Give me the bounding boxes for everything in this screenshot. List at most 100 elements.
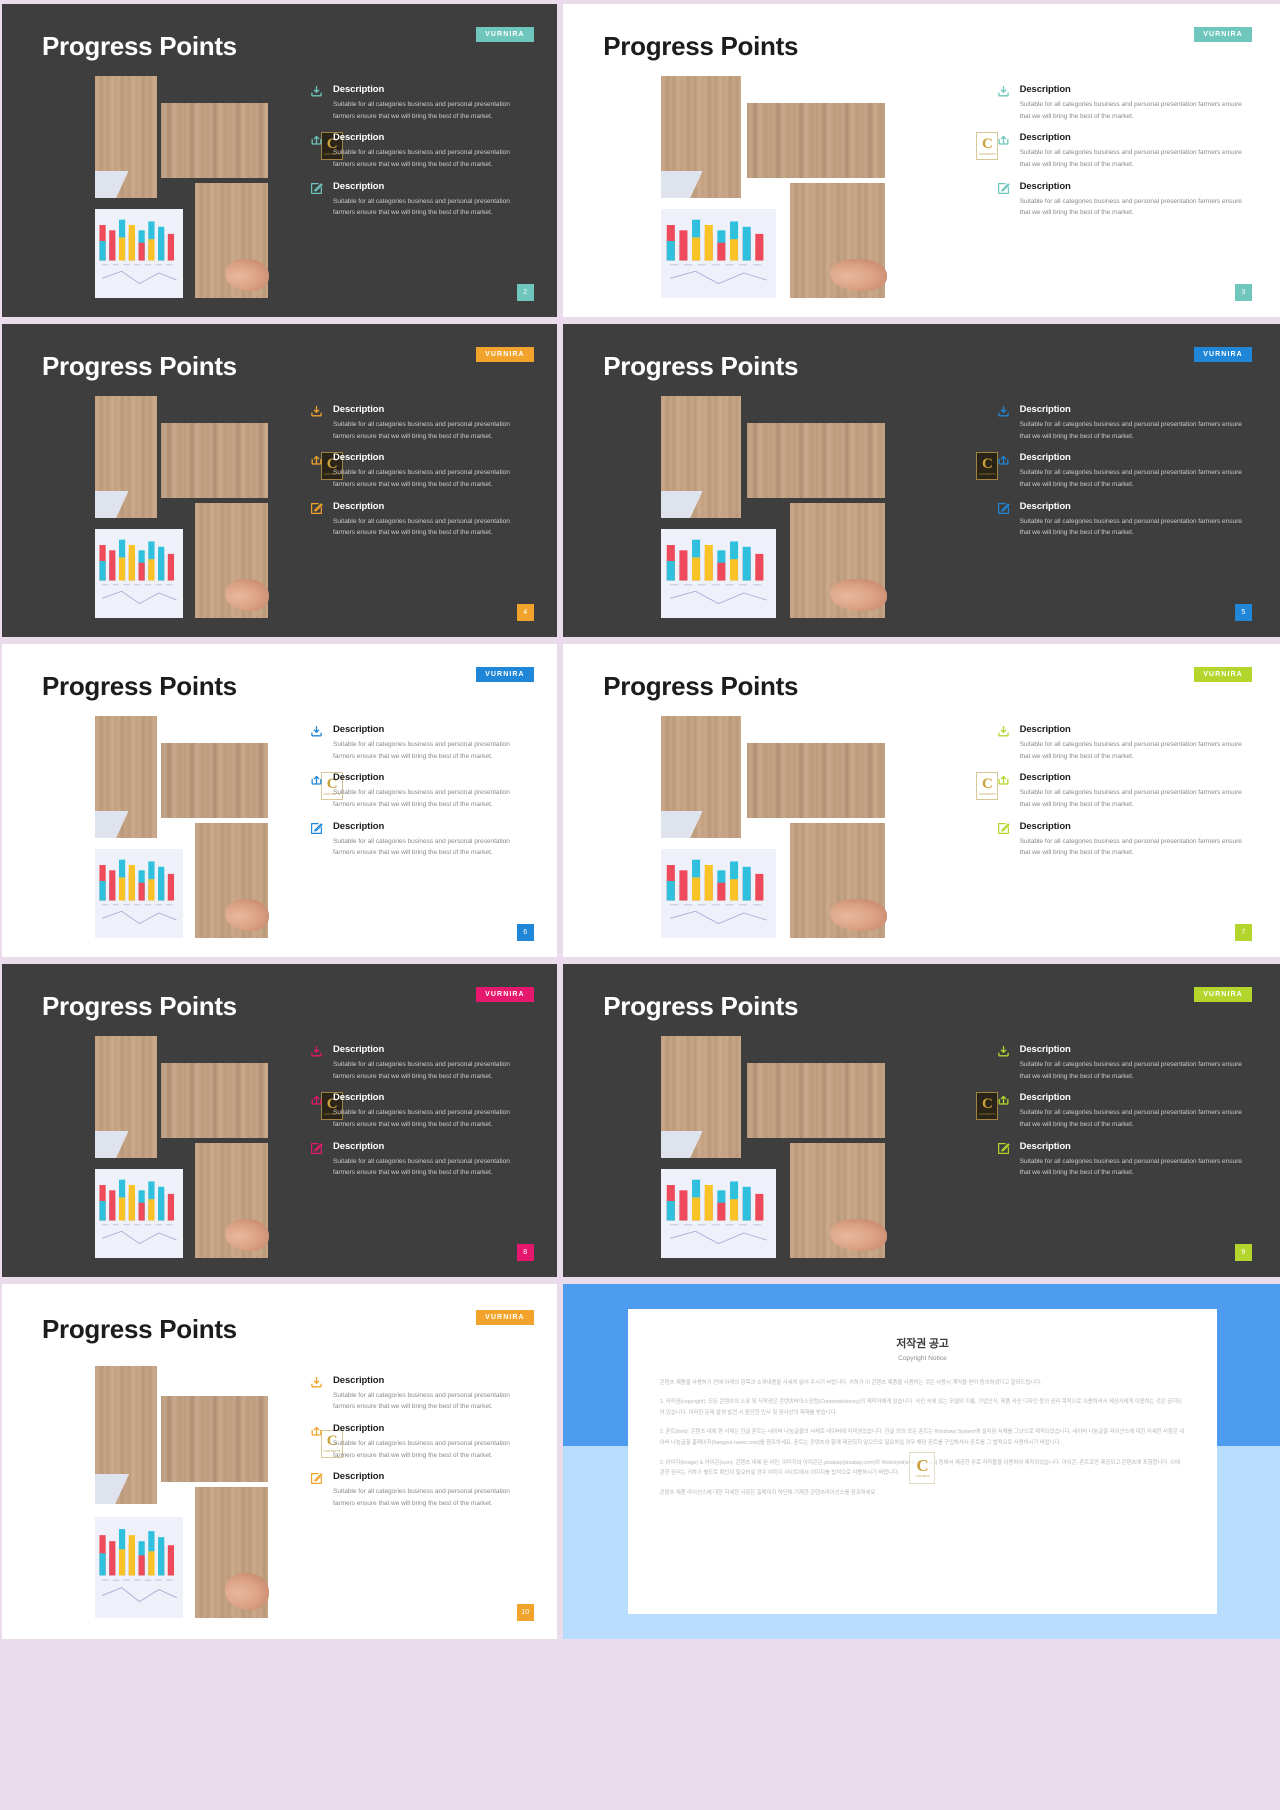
brand-badge[interactable]: VURNIRA [476, 667, 534, 683]
brand-badge[interactable]: VURNIRA [1194, 987, 1252, 1003]
page-number-badge: 9 [1234, 1243, 1252, 1261]
brand-badge[interactable]: VURNIRA [476, 987, 534, 1003]
hand-shape [830, 898, 887, 932]
contents-logo: C CONTENTS [976, 452, 999, 481]
description-body: Description Suitable for all categories b… [333, 724, 532, 762]
description-list: Description Suitable for all categories b… [997, 404, 1245, 539]
photo-wood-wide [747, 102, 886, 179]
slide-5[interactable]: Progress Points VURNIRA C CONTENTS Descripti… [563, 324, 1280, 637]
page-number-badge: 3 [1234, 283, 1252, 301]
contents-logo: C CONTENTS [976, 132, 999, 161]
share-upload-icon [310, 1423, 324, 1461]
page-title: Progress Points [41, 30, 237, 61]
hand-shape [830, 1218, 887, 1252]
description-item: Description Suitable for all categories b… [997, 1044, 1245, 1082]
description-heading: Description [333, 500, 385, 512]
download-icon [997, 1044, 1011, 1082]
description-heading: Description [333, 132, 385, 144]
copyright-card: 저작권 공고 Copyright Notice 콘텐츠 제품을 사용하기 전에 아래… [627, 1308, 1218, 1615]
paper-corner [660, 171, 742, 199]
description-heading: Description [1019, 723, 1071, 735]
photo-wood-hand [194, 182, 270, 299]
photo-wood-tall [94, 1365, 157, 1505]
slide-3[interactable]: Progress Points VURNIRA C CONTENTS Descripti… [563, 4, 1280, 317]
slide-4[interactable]: Progress Points VURNIRA C CONTENTS Descripti… [2, 324, 557, 637]
description-body: Description Suitable for all categories b… [1020, 181, 1245, 219]
description-heading: Description [333, 1374, 385, 1386]
download-icon [310, 404, 324, 442]
copyright-subtitle: Copyright Notice [898, 1354, 947, 1362]
photo-wood-wide [161, 1395, 268, 1482]
hand-shape [225, 578, 270, 612]
page-title: Progress Points [41, 1314, 237, 1345]
download-icon [310, 84, 324, 122]
description-body: Description Suitable for all categories b… [1020, 452, 1245, 490]
edit-pencil-icon [310, 1471, 324, 1509]
description-body: Description Suitable for all categories b… [333, 84, 532, 122]
description-text: Suitable for all categories business and… [1019, 1060, 1242, 1080]
photo-wood-tall [94, 395, 157, 519]
description-text: Suitable for all categories business and… [333, 1109, 510, 1129]
description-item: Description Suitable for all categories b… [310, 1044, 532, 1082]
share-upload-icon [997, 452, 1011, 490]
slide-7[interactable]: Progress Points VURNIRA C CONTENTS Descripti… [563, 644, 1280, 957]
description-list: Description Suitable for all categories b… [997, 1044, 1245, 1179]
page-number-badge: 10 [516, 1603, 534, 1621]
brand-badge[interactable]: VURNIRA [1194, 347, 1252, 363]
slide-2[interactable]: Progress Points VURNIRA C CONTENTS Descripti… [2, 4, 557, 317]
copyright-paragraph: 콘텐츠 제품을 사용하기 전에 아래의 항목과 소개내용을 사세히 읽어 주시기… [659, 1379, 1042, 1386]
description-item: Description Suitable for all categories b… [997, 181, 1245, 219]
slide-9[interactable]: Progress Points VURNIRA C CONTENTS Descripti… [563, 964, 1280, 1277]
description-text: Suitable for all categories business and… [333, 420, 510, 440]
description-body: Description Suitable for all categories b… [333, 132, 532, 170]
slide-10[interactable]: Progress Points VURNIRA C CONTENTS Descripti… [2, 1284, 557, 1639]
description-list: Description Suitable for all categories b… [310, 404, 532, 539]
photo-wood-tall [94, 75, 157, 199]
copyright-paragraph: 3. 이미지(image) & 아이콘(icon): 콘텐츠 내에 된 사진, … [659, 1459, 1180, 1477]
download-icon [310, 1044, 324, 1082]
logo-letter: C [982, 455, 993, 472]
description-body: Description Suitable for all categories b… [1020, 1092, 1245, 1130]
description-item: Description Suitable for all categories b… [310, 1423, 532, 1461]
description-body: Description Suitable for all categories b… [1020, 84, 1245, 122]
brand-badge[interactable]: VURNIRA [476, 347, 534, 363]
edit-pencil-icon [997, 181, 1011, 219]
description-body: Description Suitable for all categories b… [1020, 772, 1245, 810]
photo-wood-hand [194, 822, 270, 939]
edit-pencil-icon [997, 501, 1011, 539]
description-item: Description Suitable for all categories b… [997, 821, 1245, 859]
photo-wood-wide [161, 102, 268, 179]
photo-wood-tall [660, 395, 742, 519]
slide-copyright[interactable]: 저작권 공고 Copyright Notice 콘텐츠 제품을 사용하기 전에 아래… [563, 1284, 1280, 1639]
copyright-paragraph: 콘텐츠 제품 라이선스에 대한 자세한 사항은 홈페이지 하단에 기재한 콘텐츠… [659, 1489, 877, 1496]
copyright-body: 콘텐츠 제품을 사용하기 전에 아래의 항목과 소개내용을 사세히 읽어 주시기… [660, 1378, 1186, 1498]
share-upload-icon [310, 452, 324, 490]
page-number-badge: 5 [1234, 603, 1252, 621]
paper-corner [94, 1131, 157, 1159]
brand-badge[interactable]: VURNIRA [476, 1310, 534, 1326]
description-heading: Description [333, 1422, 385, 1434]
brand-badge[interactable]: VURNIRA [1194, 27, 1252, 43]
brand-badge[interactable]: VURNIRA [476, 27, 534, 43]
description-body: Description Suitable for all categories b… [1020, 132, 1245, 170]
slide-thumbnail-grid: Progress Points VURNIRA C CONTENTS Descripti… [0, 0, 1280, 1639]
slide-8[interactable]: Progress Points VURNIRA C CONTENTS Descripti… [2, 964, 557, 1277]
brand-badge[interactable]: VURNIRA [1194, 667, 1252, 683]
description-text: Suitable for all categories business and… [1019, 100, 1242, 120]
photo-wood-hand [790, 182, 887, 299]
photo-collage [77, 395, 299, 619]
paper-corner [660, 1131, 742, 1159]
description-heading: Description [1019, 1043, 1071, 1055]
page-number-badge: 8 [516, 1243, 534, 1261]
photo-bar-chart-paper [94, 1516, 184, 1618]
paper-corner [94, 491, 157, 519]
edit-pencil-icon [310, 1141, 324, 1179]
photo-wood-tall [660, 75, 742, 199]
description-heading: Description [333, 723, 385, 735]
description-text: Suitable for all categories business and… [333, 837, 510, 857]
contents-logo: C CONTENTS [976, 1092, 999, 1121]
description-body: Description Suitable for all categories b… [333, 1092, 532, 1130]
logo-caption: CONTENTS [979, 152, 996, 156]
description-text: Suitable for all categories business and… [1019, 420, 1242, 440]
slide-6[interactable]: Progress Points VURNIRA C CONTENTS Descripti… [2, 644, 557, 957]
